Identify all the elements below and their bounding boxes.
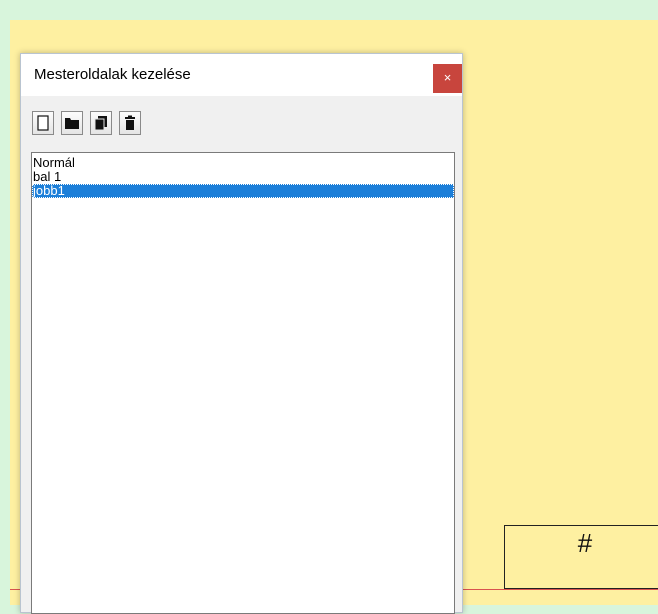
list-item[interactable]: Normál [32,156,454,170]
duplicate-master-page-button[interactable] [90,111,112,135]
folder-icon [65,118,79,129]
dialog-titlebar[interactable]: Mesteroldalak kezelése × [21,54,462,96]
close-icon: × [443,70,452,85]
dialog-toolbar [32,111,148,137]
dialog-title: Mesteroldalak kezelése [34,66,191,83]
delete-master-page-button[interactable] [119,111,141,135]
footer-field-box[interactable]: # [504,525,658,589]
page-number-field: # [577,528,593,558]
new-master-page-button[interactable] [32,111,54,135]
list-item[interactable]: bal 1 [32,170,454,184]
dialog-body: Normál bal 1 jobb1 [21,96,462,614]
open-master-page-button[interactable] [61,111,83,135]
list-item-selected[interactable]: jobb1 [32,184,454,198]
close-button[interactable]: × [433,64,462,93]
master-pages-list[interactable]: Normál bal 1 jobb1 [31,152,455,614]
trash-icon [125,115,135,130]
master-pages-dialog: Mesteroldalak kezelése × Normál bal 1 jo… [20,53,463,614]
new-page-icon [37,115,49,131]
copy-pages-icon [94,116,107,131]
